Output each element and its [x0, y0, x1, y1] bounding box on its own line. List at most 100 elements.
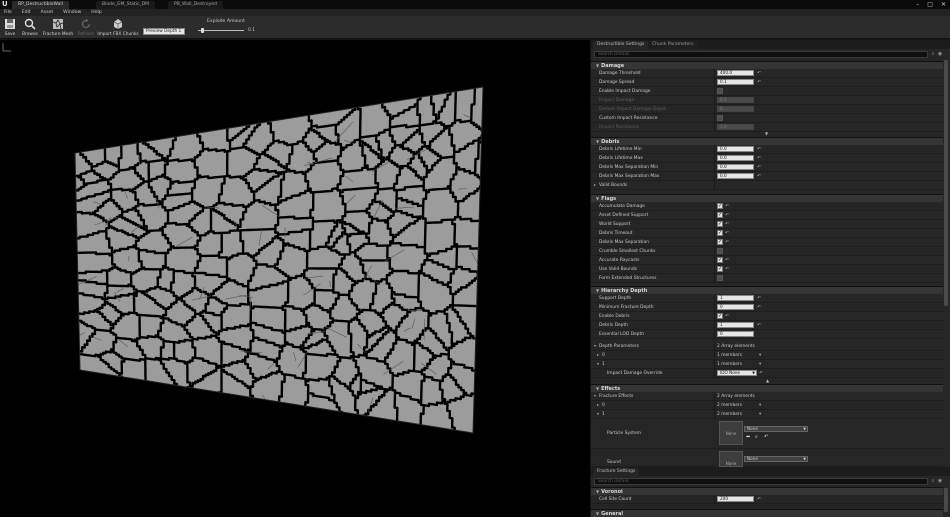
world-support-checkbox[interactable]: ✓: [717, 221, 723, 227]
tab-fracture-settings[interactable]: Fracture Settings: [593, 468, 640, 476]
tab-destructible-settings[interactable]: Destructible Settings: [593, 41, 649, 49]
details-search-input[interactable]: Search Details: [594, 51, 928, 58]
reset-arrow-icon[interactable]: ↶: [725, 266, 729, 273]
support-depth-input[interactable]: 1: [717, 295, 754, 301]
debris-max-separation-checkbox[interactable]: ✓: [717, 239, 723, 245]
explode-amount-slider[interactable]: [198, 30, 244, 31]
array-options-icon[interactable]: ▾: [759, 402, 761, 409]
sound-picker[interactable]: None ▼: [744, 456, 808, 462]
reset-arrow-icon[interactable]: ↶: [757, 295, 761, 302]
accurate-raycasts-checkbox[interactable]: ✓: [717, 257, 723, 263]
asset-defined-support-checkbox[interactable]: ✓: [717, 212, 723, 218]
reset-arrow-icon[interactable]: ↶: [757, 164, 761, 171]
browse-button[interactable]: Browse: [20, 17, 40, 38]
details-scrollbar[interactable]: [944, 60, 948, 306]
tab-chunk-parameters[interactable]: Chunk Parameters: [648, 41, 698, 49]
cell-site-count-input[interactable]: 200: [717, 496, 754, 502]
menu-help[interactable]: Help: [91, 9, 101, 16]
search-icon[interactable]: ⌕: [930, 478, 936, 485]
impact-damage-override-dropdown[interactable]: IDO None ▼: [717, 370, 757, 376]
form-extended-structures-checkbox[interactable]: [717, 275, 723, 281]
advanced-collapse-icon[interactable]: ▲: [766, 378, 769, 383]
close-icon[interactable]: ✕: [941, 0, 946, 9]
debris-timeout-checkbox[interactable]: ✓: [717, 230, 723, 236]
reset-arrow-icon[interactable]: ↶: [725, 230, 729, 237]
impact-resistance-input[interactable]: 1.0: [717, 124, 754, 130]
custom-impact-resistance-checkbox[interactable]: [717, 115, 723, 121]
menu-asset[interactable]: Asset: [41, 9, 54, 16]
enable-debris-checkbox[interactable]: ✓: [717, 313, 723, 319]
row-depth-param-0[interactable]: ▸ 0 1 members ▾: [591, 351, 943, 360]
refresh-button[interactable]: Refresh: [76, 17, 96, 38]
mesh-viewport[interactable]: [0, 40, 590, 517]
crumble-smallest-chunks-checkbox[interactable]: [717, 248, 723, 254]
section-flags[interactable]: ▼ Flags: [591, 194, 943, 202]
row-fracture-effect-0[interactable]: ▸ 0 2 members ▾: [591, 401, 943, 410]
reset-arrow-icon[interactable]: ↶: [725, 212, 729, 219]
view-options-icon[interactable]: ◉: [937, 478, 943, 485]
particle-system-thumbnail[interactable]: None: [719, 421, 743, 445]
enable-impact-damage-checkbox[interactable]: [717, 88, 723, 94]
doc-tab-0[interactable]: BP_DestructibleWall: [12, 1, 69, 9]
reset-arrow-icon[interactable]: ↶: [725, 239, 729, 246]
reset-arrow-icon[interactable]: ↶: [757, 70, 761, 77]
browse-search-icon[interactable]: ⌕: [755, 434, 758, 440]
reset-arrow-icon[interactable]: ↶: [725, 203, 729, 210]
debris-max-separation-min-input[interactable]: 0.0: [717, 164, 754, 170]
reset-arrow-icon[interactable]: ↶: [757, 79, 761, 86]
doc-tab-2[interactable]: PB_Wall_Destroyed: [168, 1, 223, 9]
section-debris[interactable]: ▼ Debris: [591, 137, 943, 145]
fracture-scrollbar[interactable]: [944, 488, 948, 512]
reset-arrow-icon[interactable]: ↶: [725, 257, 729, 264]
debris-depth-input[interactable]: 1: [717, 322, 754, 328]
debris-max-separation-max-input[interactable]: 0.0: [717, 173, 754, 179]
essential-lod-depth-input[interactable]: 0: [717, 331, 754, 337]
reset-arrow-icon[interactable]: ↶: [757, 496, 761, 503]
debris-lifetime-max-input[interactable]: 0.0: [717, 155, 754, 161]
row-fracture-effects[interactable]: ▾ Fracture Effects 2 Array elements: [591, 392, 943, 401]
row-valid-bounds[interactable]: ▸ Valid Bounds: [591, 181, 943, 190]
reset-arrow-icon[interactable]: ↶: [757, 322, 761, 329]
section-damage[interactable]: ▼ Damage: [591, 61, 943, 69]
section-effects[interactable]: ▼ Effects: [591, 384, 943, 392]
reset-arrow-icon[interactable]: ↶: [759, 370, 763, 377]
advanced-expand-icon[interactable]: ▼: [765, 131, 768, 136]
array-options-icon[interactable]: ▾: [759, 411, 761, 418]
debris-lifetime-min-input[interactable]: 0.0: [717, 146, 754, 152]
reset-arrow-icon[interactable]: ↶: [757, 173, 761, 180]
damage-threshold-input[interactable]: 400.0: [717, 70, 754, 76]
view-options-icon[interactable]: ◉: [937, 51, 943, 58]
array-options-icon[interactable]: ▾: [759, 361, 761, 368]
doc-tab-1[interactable]: Blade_GM_Static_DM: [96, 1, 156, 9]
use-selected-arrow-icon[interactable]: ⬅: [746, 434, 750, 440]
reset-arrow-icon[interactable]: ↶: [764, 434, 768, 440]
reset-arrow-icon[interactable]: ↶: [757, 155, 761, 162]
maximize-icon[interactable]: □: [927, 0, 933, 9]
sound-thumbnail[interactable]: None: [719, 451, 743, 467]
array-options-icon[interactable]: ▾: [759, 352, 761, 359]
reset-arrow-icon[interactable]: ↶: [725, 221, 729, 228]
default-impact-damage-depth-input[interactable]: 0: [717, 106, 754, 112]
search-icon[interactable]: ⌕: [930, 51, 936, 58]
reset-arrow-icon[interactable]: ↶: [757, 146, 761, 153]
damage-spread-input[interactable]: 0.1: [717, 79, 754, 85]
use-valid-bounds-checkbox[interactable]: ✓: [717, 266, 723, 272]
section-general[interactable]: ▼ General: [591, 509, 943, 517]
impact-damage-input[interactable]: 0.1: [717, 97, 754, 103]
menu-window[interactable]: Window: [63, 9, 81, 16]
reset-arrow-icon[interactable]: ↶: [757, 304, 761, 311]
minimum-fracture-depth-input[interactable]: 0: [717, 304, 754, 310]
reset-arrow-icon[interactable]: ↶: [725, 313, 729, 320]
accumulate-damage-checkbox[interactable]: ✓: [717, 203, 723, 209]
section-hierarchy-depth[interactable]: ▼ Hierarchy Depth: [591, 286, 943, 294]
preview-depth-dropdown[interactable]: Preview Depth 1: [143, 28, 185, 35]
import-fbx-chunks-button[interactable]: Import FBX Chunks: [97, 17, 139, 38]
minimize-icon[interactable]: –: [916, 0, 919, 9]
fracture-mesh-button[interactable]: Fracture Mesh: [42, 17, 74, 38]
fracture-search-input[interactable]: Search Details: [594, 478, 928, 485]
section-voronoi[interactable]: ▼ Voronoi: [591, 487, 943, 495]
explode-slider-thumb[interactable]: [201, 28, 205, 33]
row-depth-param-1[interactable]: ▾ 1 1 members ▾: [591, 360, 943, 369]
save-button[interactable]: Save: [2, 17, 18, 38]
particle-system-picker[interactable]: None ▼: [744, 426, 808, 432]
